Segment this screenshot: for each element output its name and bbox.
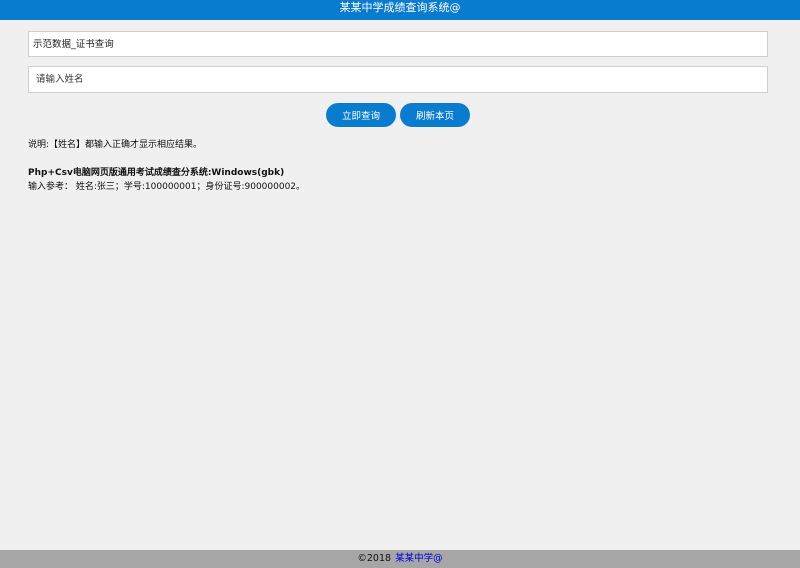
footer-bar: ©2018 某某中学@ (0, 550, 800, 568)
reference-text: 输入参考： 姓名:张三；学号:100000001；身份证号:900000002。 (28, 182, 306, 192)
query-type-select[interactable]: 示范数据_证书查询 (28, 31, 768, 57)
system-title: Php+Csv电脑网页版通用考试成绩查分系统:Windows(gbk) (28, 168, 285, 178)
copyright-text: ©2018 (357, 553, 392, 564)
query-button[interactable]: 立即查询 (326, 103, 396, 127)
name-input[interactable] (28, 66, 768, 93)
page-title: 某某中学成绩查询系统@ (339, 1, 461, 14)
header-bar: 某某中学成绩查询系统@ (0, 0, 800, 20)
refresh-button[interactable]: 刷新本页 (400, 103, 470, 127)
footer-school-link[interactable]: 某某中学@ (395, 553, 443, 564)
instruction-text: 说明:【姓名】都输入正确才显示相应结果。 (28, 140, 203, 150)
